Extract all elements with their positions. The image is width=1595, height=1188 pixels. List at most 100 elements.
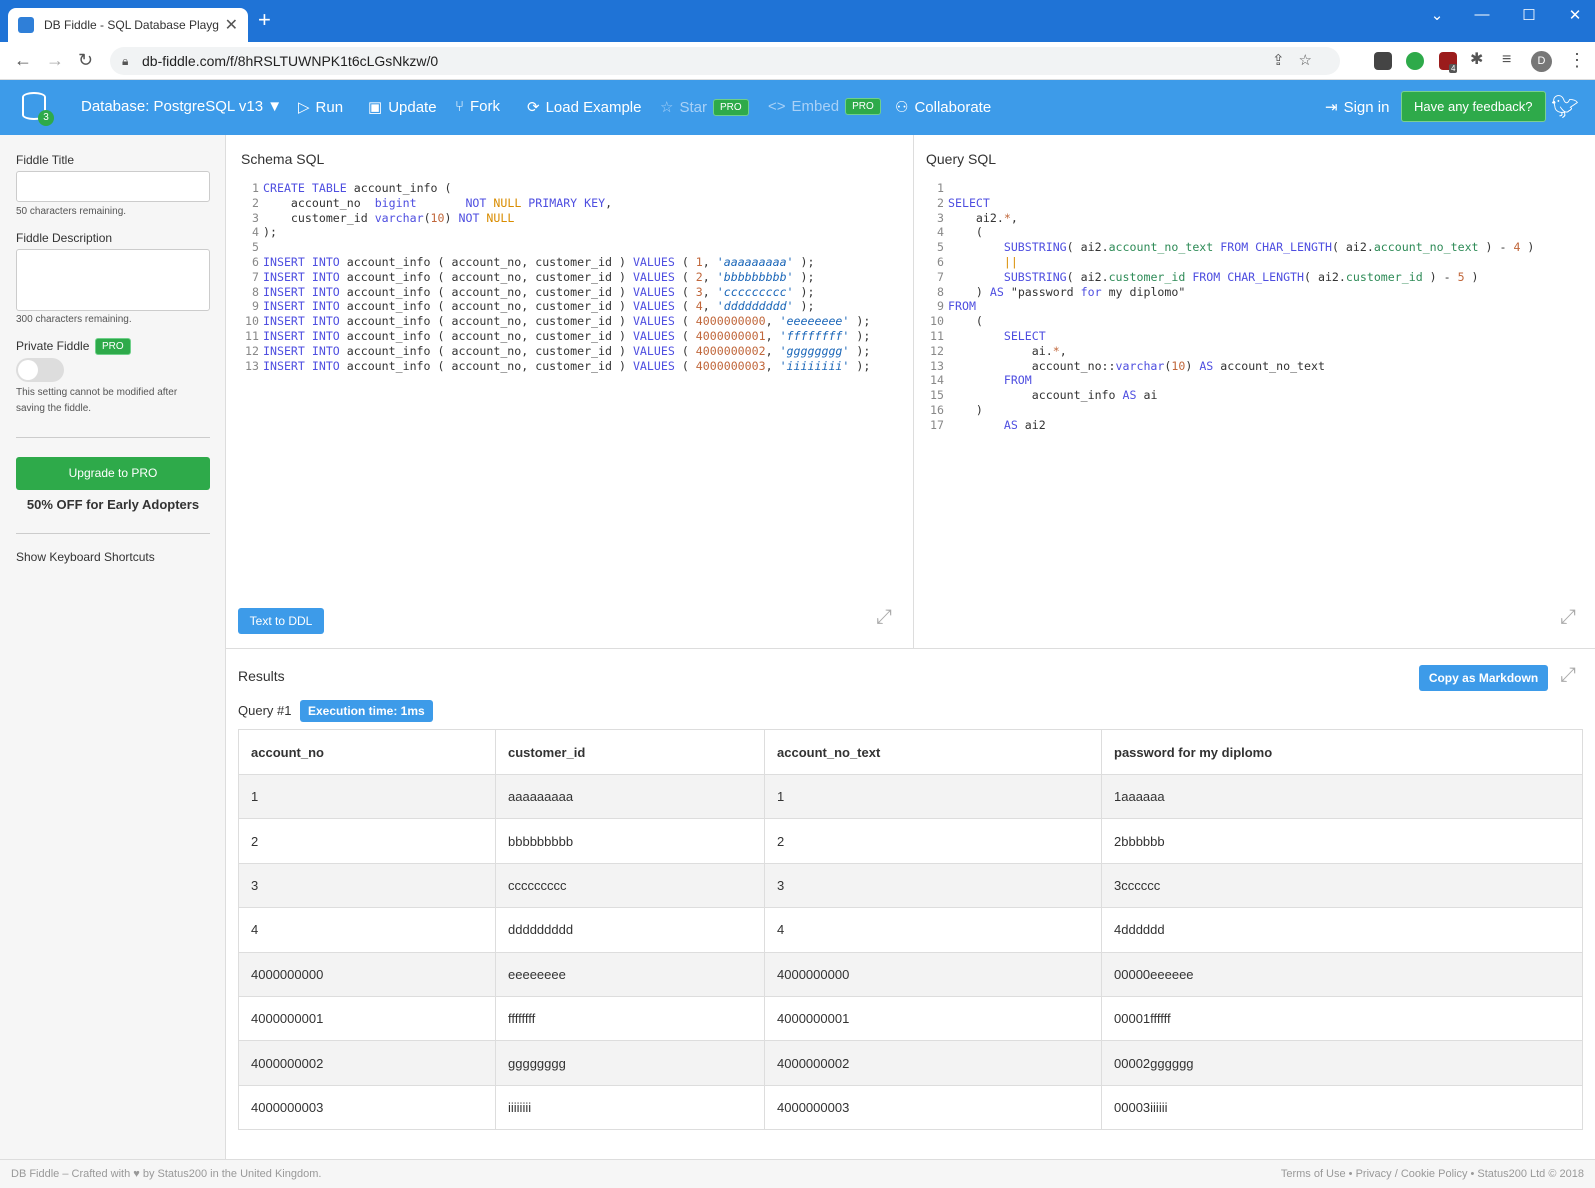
browser-tab-strip: DB Fiddle - SQL Database Playgro ✕ + ⌄ —… — [0, 0, 1595, 42]
save-icon: ▣ — [368, 99, 383, 116]
lock-icon: 🔒︎ — [122, 54, 129, 68]
table-cell: 1 — [238, 773, 496, 820]
query-sql-editor[interactable]: 1 2 SELECT 3 ai2.*, 4 ( 5 SUBSTRING( ai2.… — [926, 181, 1534, 433]
menu-icon[interactable]: ⋮ — [1568, 51, 1586, 69]
play-icon: ▷ — [298, 99, 310, 116]
forward-icon[interactable]: → — [46, 51, 64, 69]
tab-close-icon[interactable]: ✕ — [225, 15, 238, 35]
extension-badge: 4 — [1449, 64, 1458, 73]
extension-icon[interactable] — [1406, 52, 1424, 70]
private-fiddle-toggle[interactable] — [16, 358, 64, 382]
copy-as-markdown-button[interactable]: Copy as Markdown — [1419, 665, 1548, 691]
fork-button[interactable]: ⑂ Fork — [455, 98, 500, 115]
keyboard-shortcuts-link[interactable]: Show Keyboard Shortcuts — [16, 550, 155, 564]
table-cell: 3 — [238, 862, 496, 909]
embed-button[interactable]: <> Embed PRO — [768, 98, 881, 115]
url-text: db-fiddle.com/f/8hRSLTUWNPK1t6cLGsNkzw/0 — [142, 53, 439, 69]
update-label: Update — [388, 98, 437, 116]
collaborate-button[interactable]: ⚇ Collaborate — [895, 98, 991, 117]
table-cell: 1 — [764, 773, 1102, 820]
fiddle-title-label: Fiddle Title — [16, 153, 75, 167]
profile-avatar[interactable]: D — [1531, 51, 1552, 72]
users-icon: ⚇ — [895, 99, 909, 116]
table-cell: 4000000003 — [764, 1084, 1102, 1131]
table-cell: 4000000003 — [238, 1084, 496, 1131]
run-label: Run — [315, 98, 344, 116]
db-fiddle-logo-icon[interactable]: 3 — [22, 92, 54, 126]
table-cell: ffffffff — [495, 995, 765, 1042]
results-divider — [226, 648, 1595, 649]
table-cell: 2 — [238, 818, 496, 864]
fiddle-title-input[interactable] — [16, 171, 210, 202]
load-example-label: Load Example — [545, 98, 642, 116]
star-label: Star — [679, 98, 707, 116]
star-icon: ☆ — [660, 99, 674, 116]
table-cell: 4000000002 — [764, 1040, 1102, 1086]
twitter-icon[interactable]: 🐦︎ — [1551, 94, 1579, 120]
schema-sql-editor[interactable]: 1 CREATE TABLE account_info ( 2 account_n… — [241, 181, 870, 373]
table-cell: 3cccccc — [1101, 862, 1583, 909]
minimize-icon[interactable]: — — [1462, 6, 1502, 23]
back-icon[interactable]: ← — [14, 51, 32, 69]
table-header-row: account_no customer_id account_no_text pass… — [238, 729, 1583, 775]
expand-query-icon[interactable]: ⤢ — [1560, 606, 1576, 629]
db-fiddle-favicon-icon — [18, 17, 34, 33]
table-cell: bbbbbbbbb — [495, 818, 765, 864]
reload-icon[interactable]: ↻ — [78, 51, 93, 69]
footer-links[interactable]: Terms of Use • Privacy / Cookie Policy •… — [1281, 1160, 1584, 1188]
table-cell: ccccccccc — [495, 862, 765, 909]
browser-tab[interactable]: DB Fiddle - SQL Database Playgro ✕ — [8, 8, 248, 42]
database-selector[interactable]: Database: PostgreSQL v13 ▼ — [81, 98, 282, 115]
new-tab-button[interactable]: + — [258, 9, 271, 31]
extension-icon[interactable] — [1374, 52, 1392, 70]
query-number-label: Query #1 — [238, 703, 292, 718]
expand-results-icon[interactable]: ⤢ — [1560, 664, 1576, 687]
app-navbar: 3 Database: PostgreSQL v13 ▼ ▷ Run ▣ Updat… — [0, 80, 1595, 135]
footer-credit: DB Fiddle – Crafted with ♥ by Status200 … — [11, 1168, 322, 1180]
text-to-ddl-button[interactable]: Text to DDL — [238, 608, 324, 634]
table-cell: 00003iiiiii — [1101, 1084, 1583, 1131]
fiddle-description-input[interactable] — [16, 249, 210, 311]
table-row: 2 bbbbbbbbb 2 2bbbbbb — [238, 818, 1583, 864]
table-cell: 3 — [764, 862, 1102, 909]
table-cell: 4000000000 — [238, 951, 496, 997]
feedback-button[interactable]: Have any feedback? — [1401, 91, 1546, 122]
share-star-icons[interactable]: ⇪☆ — [1272, 47, 1326, 75]
query-sql-title: Query SQL — [926, 151, 997, 167]
fork-label: Fork — [470, 98, 501, 115]
fiddle-description-label: Fiddle Description — [16, 231, 113, 245]
table-cell: iiiiiiii — [495, 1084, 765, 1131]
star-button[interactable]: ☆ Star PRO — [660, 98, 749, 116]
expand-schema-icon[interactable]: ⤢ — [876, 606, 892, 629]
refresh-icon: ⟳ — [527, 99, 540, 116]
table-cell: 4dddddd — [1101, 907, 1583, 953]
results-table: account_no customer_id account_no_text pass… — [238, 729, 1583, 1131]
column-header: account_no — [238, 729, 496, 775]
pro-badge: PRO — [712, 98, 749, 116]
table-cell: 1aaaaaa — [1101, 773, 1583, 820]
code-icon: <> — [768, 98, 786, 115]
maximize-icon[interactable]: ☐ — [1509, 6, 1549, 24]
table-cell: 2 — [764, 818, 1102, 864]
sign-in-button[interactable]: ⇥ Sign in — [1325, 98, 1389, 117]
upgrade-to-pro-button[interactable]: Upgrade to PRO — [16, 457, 210, 490]
execution-time-badge: Execution time: 1ms — [300, 700, 433, 722]
close-window-icon[interactable]: ✕ — [1555, 6, 1595, 24]
table-row: 3 ccccccccc 3 3cccccc — [238, 862, 1583, 909]
url-field[interactable]: 🔒︎ db-fiddle.com/f/8hRSLTUWNPK1t6cLGsNkz… — [110, 47, 1340, 75]
table-cell: aaaaaaaaa — [495, 773, 765, 820]
tab-search-icon[interactable]: ⌄ — [1417, 6, 1457, 24]
table-cell: 2bbbbbb — [1101, 818, 1583, 864]
table-cell: 00001ffffff — [1101, 995, 1583, 1042]
load-example-button[interactable]: ⟳ Load Example — [527, 98, 642, 117]
schema-sql-title: Schema SQL — [241, 151, 325, 167]
address-bar-row: ← → ↻ 🔒︎ db-fiddle.com/f/8hRSLTUWNPK1t6c… — [0, 42, 1595, 80]
run-button[interactable]: ▷ Run — [298, 98, 344, 117]
reading-list-icon[interactable]: ≡ — [1502, 51, 1511, 69]
table-cell: 4000000002 — [238, 1040, 496, 1086]
sign-in-icon: ⇥ — [1325, 99, 1338, 116]
embed-label: Embed — [791, 98, 840, 115]
sidebar-divider — [16, 533, 210, 534]
update-button[interactable]: ▣ Update — [368, 98, 437, 117]
puzzle-icon[interactable]: ✱ — [1470, 51, 1483, 69]
